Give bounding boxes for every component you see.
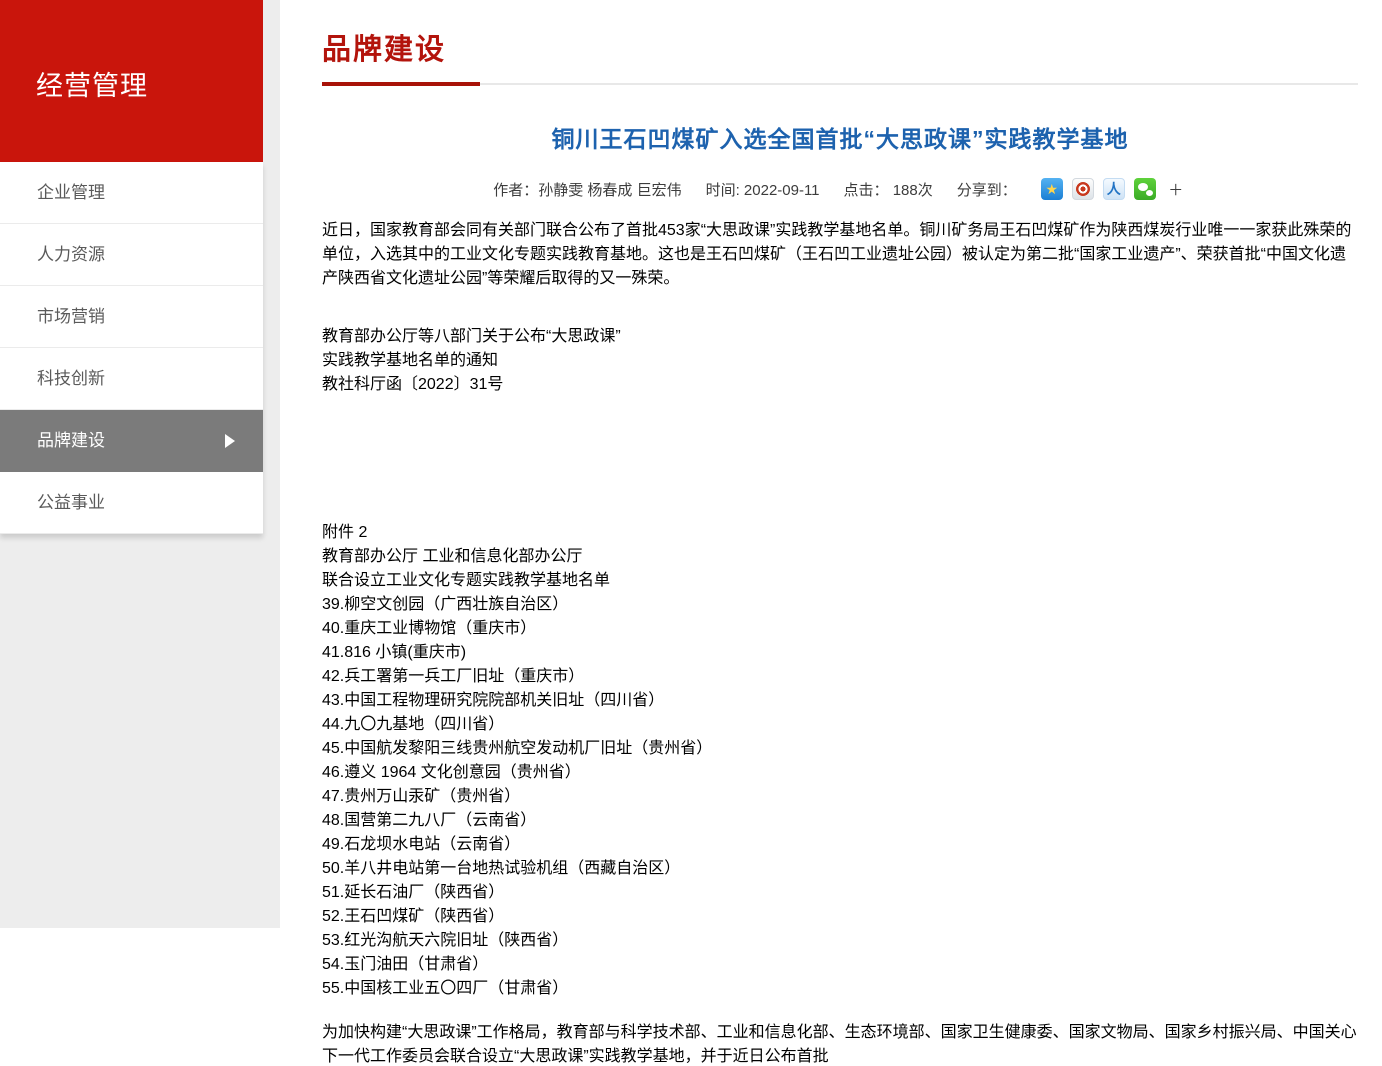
list-item: 55.中国核工业五〇四厂（甘肃省） <box>322 974 1358 998</box>
attachment-title-line1: 教育部办公厅 工业和信息化部办公厅 <box>322 542 1358 566</box>
main-content: 品牌建设 铜川王石凹煤矿入选全国首批“大思政课”实践教学基地 作者：孙静雯 杨春… <box>280 0 1382 928</box>
list-item: 53.红光沟航天六院旧址（陕西省） <box>322 926 1358 950</box>
article-meta: 作者：孙静雯 杨春成 巨宏伟 时间: 2022-09-11 点击： 188次 分… <box>322 178 1358 200</box>
sidebar-item-label: 市场营销 <box>37 307 105 326</box>
attachment-document: 附件 2 教育部办公厅 工业和信息化部办公厅 联合设立工业文化专题实践教学基地名… <box>322 518 1358 998</box>
weibo-share-icon[interactable] <box>1072 178 1094 200</box>
weibo-eye-icon <box>1076 182 1090 196</box>
notice-title-line1: 教育部办公厅等八部门关于公布“大思政课” <box>322 322 1358 346</box>
blurred-paragraph <box>322 394 1358 425</box>
meta-author: 作者：孙静雯 杨春成 巨宏伟 <box>493 179 681 200</box>
page-title: 品牌建设 <box>322 0 1358 68</box>
notice-body-blur <box>322 394 1358 518</box>
wechat-share-icon[interactable] <box>1134 178 1156 200</box>
attachment-label: 附件 2 <box>322 518 1358 542</box>
notice-page: 教育部办公厅等八部门关于公布“大思政课” 实践教学基地名单的通知 教社科厅函〔2… <box>322 304 1358 518</box>
meta-hits: 点击： 188次 <box>844 179 933 200</box>
sidebar-item-label: 品牌建设 <box>37 431 105 450</box>
list-item: 46.遵义 1964 文化创意园（贵州省） <box>322 758 1358 782</box>
attachment-list: 39.柳空文创园（广西壮族自治区） 40.重庆工业博物馆（重庆市） 41.816… <box>322 590 1358 998</box>
list-item: 41.816 小镇(重庆市) <box>322 638 1358 662</box>
list-item-highlighted: 52.王石凹煤矿（陕西省） <box>322 902 1358 926</box>
attachment-title: 教育部办公厅 工业和信息化部办公厅 联合设立工业文化专题实践教学基地名单 <box>322 542 1358 590</box>
blurred-paragraph <box>322 425 1358 456</box>
notice-title-line2: 实践教学基地名单的通知 <box>322 346 1358 370</box>
meta-time: 时间: 2022-09-11 <box>706 179 820 200</box>
list-item: 40.重庆工业博物馆（重庆市） <box>322 614 1358 638</box>
article-paragraph-1: 近日，国家教育部会同有关部门联合公布了首批453家“大思政课”实践教学基地名单。… <box>322 216 1358 288</box>
list-item: 44.九〇九基地（四川省） <box>322 710 1358 734</box>
article-paragraph-2: 为加快构建“大思政课”工作格局，教育部与科学技术部、工业和信息化部、生态环境部、… <box>322 1018 1358 1066</box>
sidebar-item-label: 公益事业 <box>37 493 105 512</box>
article-title: 铜川王石凹煤矿入选全国首批“大思政课”实践教学基地 <box>322 120 1358 154</box>
meta-share-label: 分享到： <box>957 179 1017 200</box>
renren-share-icon[interactable]: 人 <box>1103 178 1125 200</box>
notice-document: 教育部办公厅等八部门关于公布“大思政课” 实践教学基地名单的通知 教社科厅函〔2… <box>322 304 1358 518</box>
attachment-title-line2: 联合设立工业文化专题实践教学基地名单 <box>322 566 1358 590</box>
sidebar-item-marketing[interactable]: 市场营销 <box>0 286 263 348</box>
blurred-paragraph <box>322 474 1358 518</box>
chat-bubble-icon <box>1146 190 1153 196</box>
title-divider <box>322 82 1358 86</box>
doc-meta-row <box>322 304 1358 322</box>
list-item: 49.石龙坝水电站（云南省） <box>322 830 1358 854</box>
qzone-share-icon[interactable]: ★ <box>1041 178 1063 200</box>
share-icons: ★ 人 ＋ <box>1041 178 1187 200</box>
divider-red-line <box>322 82 480 86</box>
scanned-document-image: 教育部办公厅等八部门关于公布“大思政课” 实践教学基地名单的通知 教社科厅函〔2… <box>322 304 1358 998</box>
star-icon: ★ <box>1045 182 1058 196</box>
list-item: 47.贵州万山汞矿（贵州省） <box>322 782 1358 806</box>
notice-doc-number: 教社科厅函〔2022〕31号 <box>322 370 1358 394</box>
person-icon: 人 <box>1107 182 1121 196</box>
sidebar-item-charity[interactable]: 公益事业 <box>0 472 263 534</box>
list-item: 48.国营第二九八厂（云南省） <box>322 806 1358 830</box>
sidebar-item-tech[interactable]: 科技创新 <box>0 348 263 410</box>
sidebar-item-label: 人力资源 <box>37 245 105 264</box>
notice-title: 教育部办公厅等八部门关于公布“大思政课” 实践教学基地名单的通知 <box>322 322 1358 370</box>
sidebar-item-label: 科技创新 <box>37 369 105 388</box>
sidebar-item-enterprise[interactable]: 企业管理 <box>0 162 263 224</box>
plus-icon: ＋ <box>1168 179 1183 200</box>
blurred-paragraph <box>322 456 1172 474</box>
doc-meta-block <box>322 304 1358 322</box>
sidebar-header: 经营管理 <box>0 0 263 162</box>
list-item: 50.羊八井电站第一台地热试验机组（西藏自治区） <box>322 854 1358 878</box>
list-item: 43.中国工程物理研究院院部机关旧址（四川省） <box>322 686 1358 710</box>
sidebar-title: 经营管理 <box>36 64 263 103</box>
more-share-icon[interactable]: ＋ <box>1165 178 1187 200</box>
sidebar-menu: 企业管理 人力资源 市场营销 科技创新 品牌建设 公益事业 <box>0 162 263 534</box>
list-item: 39.柳空文创园（广西壮族自治区） <box>322 590 1358 614</box>
sidebar-item-label: 企业管理 <box>37 183 105 202</box>
sidebar: 经营管理 企业管理 人力资源 市场营销 科技创新 品牌建设 公益事业 <box>0 0 263 534</box>
list-item: 45.中国航发黎阳三线贵州航空发动机厂旧址（贵州省） <box>322 734 1358 758</box>
sidebar-item-brand[interactable]: 品牌建设 <box>0 410 263 472</box>
list-item: 51.延长石油厂（陕西省） <box>322 878 1358 902</box>
left-column: 经营管理 企业管理 人力资源 市场营销 科技创新 品牌建设 公益事业 <box>0 0 280 928</box>
sidebar-item-hr[interactable]: 人力资源 <box>0 224 263 286</box>
chevron-right-icon <box>225 434 235 448</box>
list-item: 54.玉门油田（甘肃省） <box>322 950 1358 974</box>
list-item: 42.兵工署第一兵工厂旧址（重庆市） <box>322 662 1358 686</box>
